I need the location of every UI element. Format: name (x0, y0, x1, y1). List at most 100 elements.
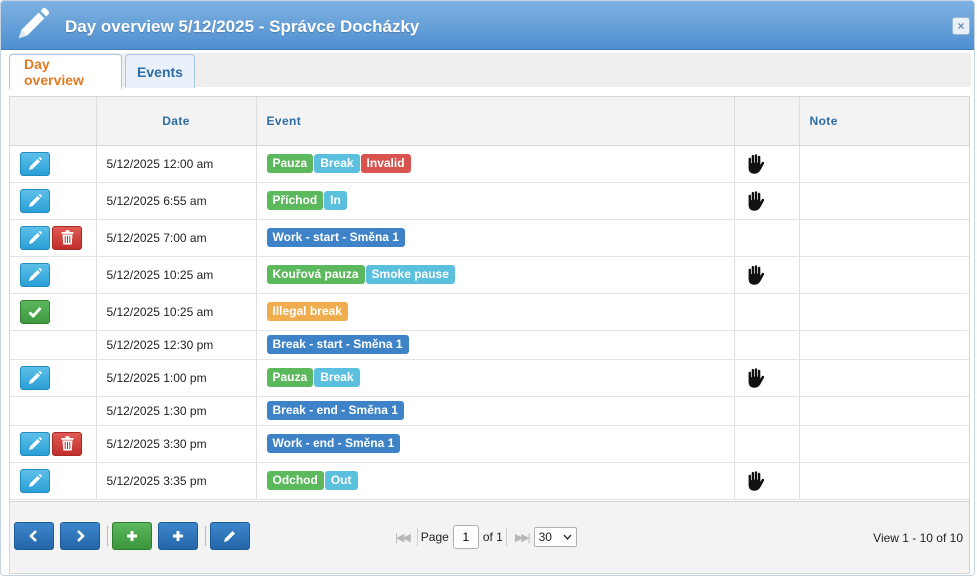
event-note (799, 359, 969, 397)
approve-event-button[interactable] (20, 299, 50, 324)
row-actions (10, 425, 97, 463)
manual-entry-cell (734, 256, 800, 294)
hand-icon (748, 470, 764, 491)
table-row[interactable]: 5/12/2025 1:00 pm Pauza Break (10, 359, 969, 397)
event-label: Příchod (266, 191, 324, 210)
event-tags: Work - end - Směna 1 (256, 425, 735, 463)
edit-event-button[interactable] (20, 151, 50, 176)
event-label: Illegal break (266, 302, 348, 321)
last-page-icon[interactable]: ▶▶| (515, 531, 531, 544)
pager-separator (107, 526, 108, 546)
rows-per-page-value: 30 (538, 530, 552, 544)
edit-event-button[interactable] (20, 225, 50, 250)
tab-events[interactable]: Events (125, 54, 195, 88)
event-date: 5/12/2025 10:25 am (96, 256, 257, 294)
previous-day-button[interactable] (14, 522, 54, 550)
row-actions (10, 359, 97, 397)
event-note (799, 425, 969, 463)
chevron-left-icon (29, 530, 37, 542)
manual-entry-cell (734, 293, 800, 331)
table-row[interactable]: 5/12/2025 3:35 pm Odchod Out (10, 462, 969, 500)
event-label: Pauza (266, 368, 314, 387)
event-note (799, 462, 969, 500)
check-icon (28, 306, 42, 318)
page-label: Page (420, 530, 449, 544)
tab-day-overview[interactable]: Day overview (9, 54, 122, 89)
table-header-row: Date Event Note (10, 97, 969, 146)
event-date: 5/12/2025 1:30 pm (96, 396, 257, 426)
hand-icon (748, 153, 764, 174)
event-tags: Kouřová pauza Smoke pause (256, 256, 735, 294)
pencil-icon (224, 531, 235, 542)
rows-per-page-select[interactable]: 30 (533, 527, 577, 547)
event-label: Smoke pause (365, 265, 455, 284)
row-actions (10, 182, 97, 220)
column-header-manual (734, 97, 800, 146)
day-overview-dialog: Day overview 5/12/2025 - Správce Docházk… (0, 0, 975, 576)
dialog-title: Day overview 5/12/2025 - Správce Docházk… (65, 17, 420, 36)
page-number-input[interactable] (452, 525, 479, 549)
event-label: Odchod (266, 471, 324, 490)
chevron-down-icon (563, 534, 572, 540)
events-grid: Date Event Note 5/12/2025 12:00 am Pauza B… (9, 96, 970, 574)
column-header-actions (10, 97, 97, 146)
table-row[interactable]: 5/12/2025 7:00 am Work - start - Směna 1 (10, 219, 969, 257)
manual-entry-cell (734, 182, 800, 220)
close-button[interactable]: × (952, 17, 970, 35)
table-row[interactable]: 5/12/2025 12:30 pm Break - start - Směna … (10, 330, 969, 360)
event-date: 5/12/2025 10:25 am (96, 293, 257, 331)
event-note (799, 145, 969, 183)
trash-icon (61, 436, 73, 451)
add-item-button[interactable] (158, 522, 198, 550)
table-row[interactable]: 5/12/2025 3:30 pm Work - end - Směna 1 (10, 425, 969, 463)
row-actions (10, 256, 97, 294)
column-header-event[interactable]: Event (256, 97, 735, 146)
next-day-button[interactable] (60, 522, 100, 550)
view-info: View 1 - 10 of 10 (873, 531, 963, 545)
event-note (799, 396, 969, 426)
add-event-button[interactable] (112, 522, 152, 550)
delete-event-button[interactable] (52, 225, 82, 250)
table-row[interactable]: 5/12/2025 10:25 am Illegal break (10, 293, 969, 331)
delete-event-button[interactable] (52, 431, 82, 456)
row-actions (10, 145, 97, 183)
manual-entry-cell (734, 145, 800, 183)
table-body: 5/12/2025 12:00 am Pauza Break Invalid 5/12/… (10, 145, 969, 500)
plus-icon (127, 531, 137, 541)
event-tags: Break - end - Směna 1 (256, 396, 735, 426)
event-tags: Odchod Out (256, 462, 735, 500)
edit-event-button[interactable] (20, 365, 50, 390)
dialog-titlebar[interactable]: Day overview 5/12/2025 - Správce Docházk… (1, 1, 974, 50)
table-row[interactable]: 5/12/2025 10:25 am Kouřová pauza Smoke pau… (10, 256, 969, 294)
table-row[interactable]: 5/12/2025 1:30 pm Break - end - Směna 1 (10, 396, 969, 426)
chevron-right-icon (77, 530, 85, 542)
edit-day-button[interactable] (210, 522, 250, 550)
event-label: In (324, 191, 347, 210)
event-note (799, 293, 969, 331)
first-page-icon[interactable]: |◀◀ (395, 531, 411, 544)
event-note (799, 330, 969, 360)
pencil-icon (29, 473, 42, 487)
row-actions (10, 462, 97, 500)
event-tags: Pauza Break (256, 359, 735, 397)
manual-entry-cell (734, 219, 800, 257)
table-row[interactable]: 5/12/2025 6:55 am Příchod In (10, 182, 969, 220)
manual-entry-cell (734, 425, 800, 463)
column-header-date[interactable]: Date (96, 97, 257, 146)
table-row[interactable]: 5/12/2025 12:00 am Pauza Break Invalid (10, 145, 969, 183)
plus-icon (173, 531, 183, 541)
event-label: Break (314, 154, 360, 173)
page-count: of 1 (482, 530, 503, 544)
column-header-note[interactable]: Note (799, 97, 969, 146)
tab-bar: Day overview Events (1, 51, 974, 89)
pencil-icon (29, 370, 42, 384)
edit-event-button[interactable] (20, 431, 50, 456)
edit-event-button[interactable] (20, 188, 50, 213)
event-date: 5/12/2025 3:30 pm (96, 425, 257, 463)
pager-divider (505, 528, 507, 546)
events-table: Date Event Note 5/12/2025 12:00 am Pauza B… (10, 97, 969, 500)
manual-entry-cell (734, 359, 800, 397)
event-note (799, 256, 969, 294)
edit-event-button[interactable] (20, 262, 50, 287)
edit-event-button[interactable] (20, 468, 50, 493)
